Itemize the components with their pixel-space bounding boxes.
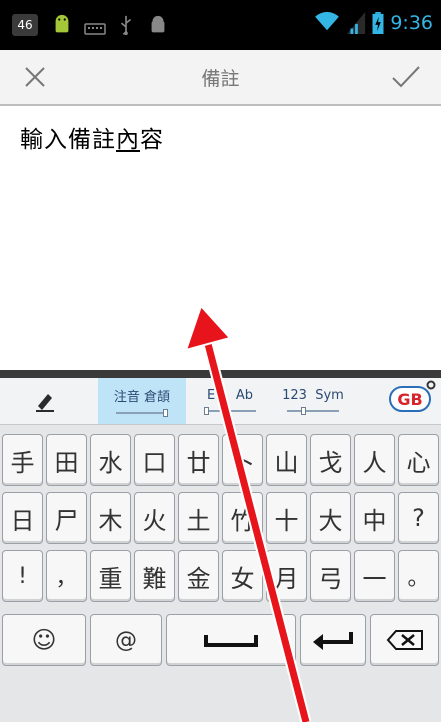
key[interactable]: 田 bbox=[46, 434, 87, 486]
english-slider bbox=[204, 406, 256, 415]
key[interactable]: 人 bbox=[354, 434, 395, 486]
enter-key[interactable] bbox=[300, 614, 366, 666]
exclamation-key[interactable]: ! bbox=[2, 550, 43, 602]
key[interactable]: 月 bbox=[266, 550, 307, 602]
key[interactable]: 廿 bbox=[178, 434, 219, 486]
note-text-after: 容 bbox=[140, 127, 164, 153]
key[interactable]: 手 bbox=[2, 434, 43, 486]
keyboard-mode-row: 注音 倉頡 En Ab 123 Sym GB bbox=[0, 378, 441, 425]
ab-label: Ab bbox=[235, 387, 253, 403]
handwriting-mode-button[interactable] bbox=[10, 378, 80, 424]
note-text[interactable]: 輸入備註內容 bbox=[20, 120, 164, 154]
check-icon bbox=[392, 66, 420, 88]
note-text-before: 輸入備註 bbox=[20, 127, 116, 153]
key[interactable]: 水 bbox=[90, 434, 131, 486]
status-time: 9:36 bbox=[390, 12, 433, 34]
composing-char: 內 bbox=[116, 127, 140, 153]
android-icon bbox=[55, 14, 69, 33]
symbol-slider bbox=[287, 406, 339, 415]
num-label: 123 bbox=[282, 387, 307, 403]
keyboard-icon bbox=[84, 23, 106, 35]
en-label: En bbox=[206, 387, 224, 403]
zhuyin-slider bbox=[116, 408, 168, 417]
settings-gear-icon[interactable] bbox=[426, 380, 436, 390]
soft-keyboard: 注音 倉頡 En Ab 123 Sym GB 手 田 水 口 廿 卜 山 戈 人… bbox=[0, 378, 441, 722]
confirm-button[interactable] bbox=[371, 50, 441, 104]
symbol-mode-button[interactable]: 123 Sym bbox=[272, 378, 354, 424]
key[interactable]: 卜 bbox=[222, 434, 263, 486]
english-mode-button[interactable]: En Ab bbox=[190, 378, 270, 424]
key[interactable]: 中 bbox=[354, 492, 395, 544]
enter-icon bbox=[313, 632, 353, 650]
space-icon bbox=[204, 635, 258, 647]
key[interactable]: 金 bbox=[178, 550, 219, 602]
comma-key[interactable]: ， bbox=[46, 550, 87, 602]
key[interactable]: 戈 bbox=[310, 434, 351, 486]
key[interactable]: 日 bbox=[2, 492, 43, 544]
key[interactable]: 心 bbox=[398, 434, 439, 486]
signal-icon bbox=[346, 12, 366, 34]
backspace-key[interactable] bbox=[370, 614, 439, 666]
key[interactable]: 重 bbox=[90, 550, 131, 602]
space-key[interactable] bbox=[166, 614, 296, 666]
key[interactable]: 弓 bbox=[310, 550, 351, 602]
key[interactable]: 口 bbox=[134, 434, 175, 486]
gb-button[interactable]: GB bbox=[389, 386, 431, 412]
android-debug-icon bbox=[151, 15, 165, 33]
key[interactable]: 大 bbox=[310, 492, 351, 544]
key[interactable]: 難 bbox=[134, 550, 175, 602]
sym-label: Sym bbox=[315, 387, 344, 403]
status-bar: 46 9:36 bbox=[0, 0, 441, 50]
note-editor[interactable]: 輸入備註內容 bbox=[0, 106, 441, 378]
key[interactable]: 女 bbox=[222, 550, 263, 602]
zhuyin-cangjie-label: 注音 倉頡 bbox=[113, 389, 171, 405]
emoji-key[interactable]: ☺ bbox=[2, 614, 86, 666]
key[interactable]: 一 bbox=[354, 550, 395, 602]
key[interactable]: 土 bbox=[178, 492, 219, 544]
battery-icon bbox=[372, 12, 384, 34]
key[interactable]: 木 bbox=[90, 492, 131, 544]
usb-icon bbox=[120, 15, 132, 36]
key[interactable]: 山 bbox=[266, 434, 307, 486]
key[interactable]: 火 bbox=[134, 492, 175, 544]
at-key[interactable]: @ bbox=[90, 614, 162, 666]
key[interactable]: 十 bbox=[266, 492, 307, 544]
period-key[interactable]: 。 bbox=[398, 550, 439, 602]
notification-badge-icon: 46 bbox=[12, 14, 38, 36]
wifi-icon bbox=[315, 11, 339, 31]
title-bar: 備註 bbox=[0, 50, 441, 106]
zhuyin-cangjie-mode-button[interactable]: 注音 倉頡 bbox=[98, 378, 186, 424]
pen-icon bbox=[36, 394, 54, 412]
key[interactable]: 竹 bbox=[222, 492, 263, 544]
question-key[interactable]: ? bbox=[398, 492, 439, 544]
key[interactable]: 尸 bbox=[46, 492, 87, 544]
backspace-icon bbox=[386, 630, 423, 650]
